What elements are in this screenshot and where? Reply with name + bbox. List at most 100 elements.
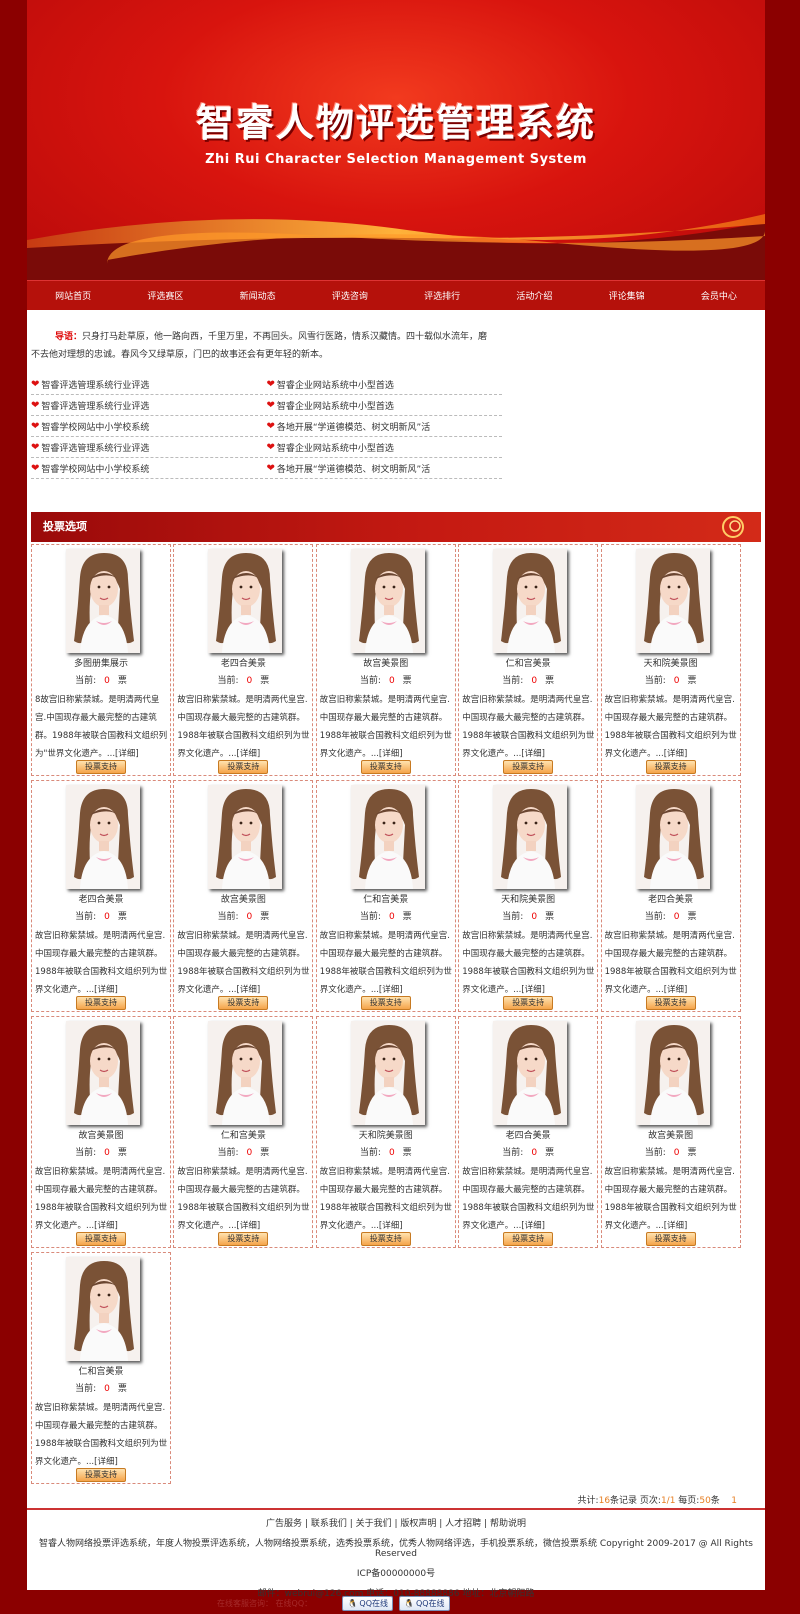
candidate-photo[interactable] [66, 1021, 140, 1125]
footer-link[interactable]: 关于我们 [356, 1519, 392, 1529]
vote-button[interactable]: 投票支持 [76, 760, 126, 774]
candidate-name[interactable]: 天和院美景图 [602, 656, 740, 669]
candidate-photo[interactable] [208, 1021, 283, 1125]
vote-button[interactable]: 投票支持 [360, 1232, 411, 1246]
vote-button[interactable]: 投票支持 [503, 996, 554, 1010]
footer-link[interactable]: 联系我们 [311, 1519, 347, 1529]
candidate-photo[interactable] [493, 785, 568, 889]
details-link[interactable]: ...[详细] [228, 985, 260, 995]
candidate-name[interactable]: 天和院美景图 [317, 1128, 455, 1141]
nav-item-news[interactable]: 新闻动态 [212, 289, 304, 302]
candidate-name[interactable]: 老四合美景 [174, 656, 312, 669]
vote-button[interactable]: 投票支持 [76, 996, 126, 1010]
details-link[interactable]: ...[详细] [371, 985, 403, 995]
vote-button[interactable]: 投票支持 [645, 996, 696, 1010]
news-item[interactable]: ❤ 智睿评选管理系统行业评选 [31, 399, 267, 412]
details-link[interactable]: ...[详细] [371, 1221, 403, 1231]
candidate-name[interactable]: 老四合美景 [459, 1128, 597, 1141]
nav-item-ranking[interactable]: 评选排行 [396, 289, 488, 302]
footer-link[interactable]: 版权声明 [400, 1519, 436, 1529]
vote-button[interactable]: 投票支持 [218, 1232, 269, 1246]
candidate-description: 故宫旧称紫禁城。是明清两代皇宫.中国现存最大最完整的古建筑群。1988年被联合国… [462, 695, 595, 759]
news-item[interactable]: ❤ 智睿企业网站系统中小型首选 [267, 378, 503, 391]
nav-item-activity[interactable]: 活动介绍 [488, 289, 580, 302]
footer-link[interactable]: 广告服务 [266, 1519, 302, 1529]
candidate-name[interactable]: 故宫美景图 [174, 892, 312, 905]
vote-button[interactable]: 投票支持 [218, 760, 269, 774]
vote-button[interactable]: 投票支持 [360, 760, 411, 774]
candidate-name[interactable]: 老四合美景 [32, 892, 170, 905]
candidate-photo[interactable] [635, 1021, 710, 1125]
vote-button[interactable]: 投票支持 [645, 1232, 696, 1246]
vote-button[interactable]: 投票支持 [218, 996, 269, 1010]
candidate-name[interactable]: 仁和宫美景 [459, 656, 597, 669]
candidate-photo[interactable] [493, 1021, 568, 1125]
vote-button[interactable]: 投票支持 [503, 1232, 554, 1246]
candidate-photo[interactable] [350, 549, 425, 653]
news-item[interactable]: ❤ 智睿企业网站系统中小型首选 [267, 441, 503, 454]
candidate-photo[interactable] [493, 549, 568, 653]
heart-icon: ❤ [31, 420, 40, 432]
candidate-photo[interactable] [66, 785, 140, 889]
details-link[interactable]: ...[详细] [228, 1221, 260, 1231]
footer-link[interactable]: 帮助说明 [490, 1519, 526, 1529]
candidate-photo[interactable] [208, 785, 283, 889]
candidate-name[interactable]: 天和院美景图 [459, 892, 597, 905]
news-item[interactable]: ❤ 智睿企业网站系统中小型首选 [267, 399, 503, 412]
candidate-name[interactable]: 多图册集展示 [32, 656, 170, 669]
candidate-name[interactable]: 仁和宫美景 [174, 1128, 312, 1141]
qq-online-button[interactable]: 🐧 QQ在线 [399, 1596, 450, 1611]
details-link[interactable]: ...[详细] [107, 749, 139, 759]
news-item[interactable]: ❤ 智睿评选管理系统行业评选 [31, 441, 267, 454]
news-item[interactable]: ❤ 各地开展“学道德模范、树文明新风”活 [267, 462, 503, 475]
details-link[interactable]: ...[详细] [513, 985, 545, 995]
candidate-name[interactable]: 故宫美景图 [317, 656, 455, 669]
candidate-photo[interactable] [635, 785, 710, 889]
details-link[interactable]: ...[详细] [228, 749, 260, 759]
details-link[interactable]: ...[详细] [86, 1457, 118, 1467]
details-link[interactable]: ...[详细] [86, 1221, 118, 1231]
nav-item-consult[interactable]: 评选咨询 [304, 289, 396, 302]
details-link[interactable]: ...[详细] [513, 1221, 545, 1231]
news-row: ❤ 智睿评选管理系统行业评选 ❤ 智睿企业网站系统中小型首选 [31, 437, 502, 458]
candidate-photo[interactable] [350, 1021, 425, 1125]
details-link[interactable]: ...[详细] [656, 985, 688, 995]
candidate-description: 故宫旧称紫禁城。是明清两代皇宫.中国现存最大最完整的古建筑群。1988年被联合国… [319, 1167, 452, 1231]
vote-button[interactable]: 投票支持 [76, 1232, 126, 1246]
vote-button[interactable]: 投票支持 [76, 1468, 126, 1482]
vote-section-title: 投票选项 [43, 520, 87, 533]
nav-item-home[interactable]: 网站首页 [27, 289, 119, 302]
vote-card: 老四合美景 当前: 0 票故宫旧称紫禁城。是明清两代皇宫.中国现存最大最完整的古建筑群… [31, 780, 171, 1012]
details-link[interactable]: ...[详细] [513, 749, 545, 759]
news-item[interactable]: ❤ 智睿学校网站中小学校系统 [31, 420, 267, 433]
candidate-name[interactable]: 故宫美景图 [32, 1128, 170, 1141]
vote-button[interactable]: 投票支持 [645, 760, 696, 774]
candidate-photo[interactable] [208, 549, 283, 653]
site-subtitle: Zhi Rui Character Selection Management S… [205, 152, 587, 167]
page-link-current[interactable]: 1 [731, 1496, 737, 1506]
candidate-photo[interactable] [350, 785, 425, 889]
details-link[interactable]: ...[详细] [656, 1221, 688, 1231]
candidate-name[interactable]: 仁和宫美景 [317, 892, 455, 905]
candidate-photo[interactable] [635, 549, 710, 653]
details-link[interactable]: ...[详细] [86, 985, 118, 995]
vote-button[interactable]: 投票支持 [503, 760, 554, 774]
nav-item-member[interactable]: 会员中心 [673, 289, 765, 302]
candidate-photo[interactable] [66, 1257, 140, 1361]
vote-button[interactable]: 投票支持 [360, 996, 411, 1010]
news-item[interactable]: ❤ 各地开展“学道德模范、树文明新风”活 [267, 420, 503, 433]
heart-icon: ❤ [31, 441, 40, 453]
details-link[interactable]: ...[详细] [656, 749, 688, 759]
candidate-name[interactable]: 故宫美景图 [602, 1128, 740, 1141]
nav-item-comments[interactable]: 评论集锦 [581, 289, 673, 302]
news-item[interactable]: ❤ 智睿学校网站中小学校系统 [31, 462, 267, 475]
footer-link[interactable]: 人才招聘 [445, 1519, 481, 1529]
vote-count-value: 0 [388, 1148, 395, 1158]
details-link[interactable]: ...[详细] [371, 749, 403, 759]
qq-online-button[interactable]: 🐧 QQ在线 [342, 1596, 393, 1611]
candidate-name[interactable]: 仁和宫美景 [32, 1364, 170, 1377]
nav-item-division[interactable]: 评选赛区 [119, 289, 211, 302]
candidate-photo[interactable] [66, 549, 140, 653]
candidate-name[interactable]: 老四合美景 [602, 892, 740, 905]
news-item[interactable]: ❤ 智睿评选管理系统行业评选 [31, 378, 267, 391]
